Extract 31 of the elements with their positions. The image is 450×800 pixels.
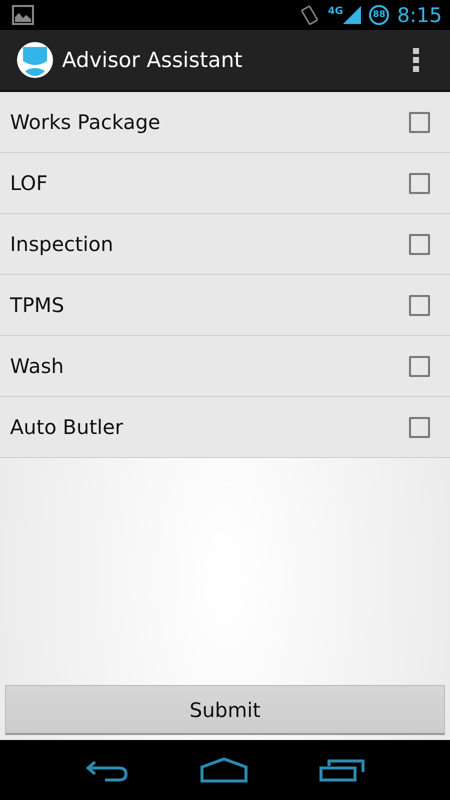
home-icon[interactable] bbox=[200, 757, 248, 783]
checkbox[interactable] bbox=[409, 172, 430, 194]
app-logo-icon bbox=[16, 41, 54, 79]
option-row[interactable]: Auto Butler bbox=[0, 397, 450, 458]
checkbox[interactable] bbox=[409, 234, 430, 254]
picture-icon bbox=[12, 5, 34, 25]
back-icon[interactable] bbox=[85, 758, 130, 782]
option-row[interactable]: Works Package bbox=[0, 92, 450, 153]
overflow-menu-icon[interactable] bbox=[412, 47, 420, 73]
vibrate-icon bbox=[300, 4, 320, 26]
option-row[interactable]: LOF bbox=[0, 153, 450, 214]
option-label: Wash bbox=[10, 354, 64, 378]
app-title: Advisor Assistant bbox=[62, 48, 242, 72]
option-label: Works Package bbox=[10, 110, 160, 134]
option-row[interactable]: Inspection bbox=[0, 214, 450, 275]
option-label: Auto Butler bbox=[10, 415, 124, 439]
checkbox[interactable] bbox=[409, 112, 430, 132]
checkbox[interactable] bbox=[409, 356, 430, 376]
clock: 8:15 bbox=[397, 3, 442, 27]
option-row[interactable]: Wash bbox=[0, 336, 450, 397]
checkbox[interactable] bbox=[409, 416, 430, 438]
recent-apps-icon[interactable] bbox=[318, 758, 365, 782]
submit-button[interactable]: Submit bbox=[5, 685, 445, 735]
network-type: 4G bbox=[328, 6, 344, 17]
checkbox[interactable] bbox=[409, 294, 430, 316]
option-row[interactable]: TPMS bbox=[0, 275, 450, 336]
signal-icon bbox=[343, 6, 362, 24]
option-label: LOF bbox=[10, 171, 48, 195]
option-label: Inspection bbox=[10, 232, 114, 256]
option-label: TPMS bbox=[10, 293, 64, 317]
battery-level: 88 bbox=[369, 5, 390, 25]
